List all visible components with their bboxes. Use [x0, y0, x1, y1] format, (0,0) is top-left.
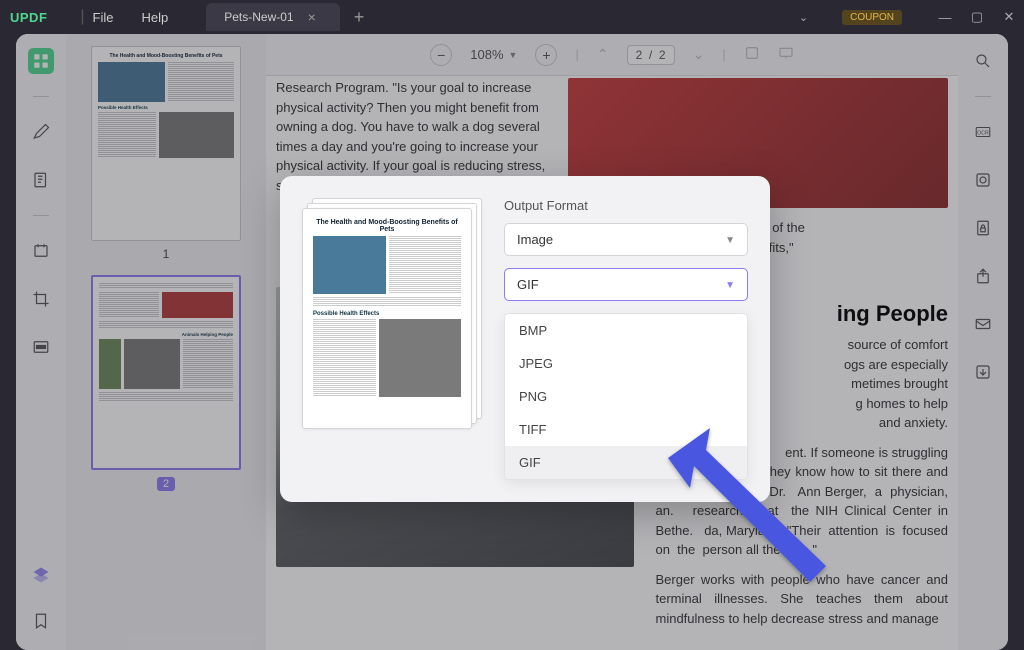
- presentation-icon[interactable]: [778, 45, 794, 64]
- search-icon[interactable]: [970, 48, 996, 74]
- minimize-button[interactable]: —: [938, 10, 952, 25]
- export-modal: The Health and Mood-Boosting Benefits of…: [280, 176, 770, 502]
- edit-tool[interactable]: [28, 167, 54, 193]
- right-toolstrip: OCR: [958, 34, 1008, 650]
- layers-icon[interactable]: [28, 562, 54, 588]
- thumb-heading: Possible Health Effects: [98, 105, 234, 110]
- zoom-value: 108%: [470, 47, 503, 62]
- thumbnail-panel: The Health and Mood-Boosting Benefits of…: [66, 34, 266, 650]
- compress-icon[interactable]: [970, 167, 996, 193]
- option-png[interactable]: PNG: [505, 380, 747, 413]
- app-logo: UPDF: [10, 10, 47, 25]
- export-icon[interactable]: [970, 359, 996, 385]
- tab-title: Pets-New-01: [224, 10, 293, 24]
- format-select[interactable]: Image ▼: [504, 223, 748, 256]
- option-bmp[interactable]: BMP: [505, 314, 747, 347]
- share-icon[interactable]: [970, 263, 996, 289]
- svg-text:OCR: OCR: [977, 130, 989, 136]
- modal-preview: The Health and Mood-Boosting Benefits of…: [302, 198, 482, 448]
- thumb-title: The Health and Mood-Boosting Benefits of…: [98, 53, 234, 59]
- preview-heading: Possible Health Effects: [313, 311, 461, 317]
- close-button[interactable]: ✕: [1002, 9, 1016, 25]
- chevron-down-icon: ▼: [725, 280, 735, 291]
- page-thumbnail-1[interactable]: The Health and Mood-Boosting Benefits of…: [91, 46, 241, 241]
- page-thumbnail-2[interactable]: Animals Helping People: [91, 275, 241, 470]
- close-icon[interactable]: ×: [308, 9, 316, 25]
- thumbnails-tool[interactable]: [28, 48, 54, 74]
- output-format-label: Output Format: [504, 198, 748, 213]
- page-down-icon[interactable]: ⌄: [693, 46, 705, 63]
- body-text: Berger works with people who have cancer…: [656, 570, 949, 629]
- bookmark-icon[interactable]: [28, 608, 54, 634]
- document-toolbar: − 108% ▼ + | ⌃ 2 / 2 ⌄ |: [266, 34, 958, 76]
- chevron-down-icon[interactable]: ⌄: [799, 11, 808, 24]
- menu-help[interactable]: Help: [142, 10, 169, 25]
- document-tab[interactable]: Pets-New-01 ×: [206, 3, 340, 31]
- preview-title: The Health and Mood-Boosting Benefits of…: [313, 219, 461, 233]
- new-tab-button[interactable]: +: [354, 7, 365, 28]
- ocr-icon[interactable]: OCR: [970, 119, 996, 145]
- option-tiff[interactable]: TIFF: [505, 413, 747, 446]
- page-indicator[interactable]: 2 / 2: [627, 45, 675, 65]
- thumb-heading: Animals Helping People: [99, 332, 233, 337]
- option-gif[interactable]: GIF: [505, 446, 747, 479]
- left-toolstrip: [16, 34, 66, 650]
- menu-file[interactable]: File: [93, 10, 114, 25]
- select-value: GIF: [517, 277, 539, 292]
- zoom-in-button[interactable]: +: [535, 44, 557, 66]
- maximize-button[interactable]: ▢: [970, 9, 984, 25]
- organize-tool[interactable]: [28, 238, 54, 264]
- zoom-out-button[interactable]: −: [430, 44, 452, 66]
- titlebar: UPDF | File Help Pets-New-01 × + ⌄ COUPO…: [0, 0, 1024, 34]
- thumb-number: 2: [78, 476, 254, 491]
- zoom-dropdown-icon[interactable]: ▼: [509, 50, 518, 60]
- coupon-badge[interactable]: COUPON: [842, 10, 902, 25]
- protect-icon[interactable]: [970, 215, 996, 241]
- fit-icon[interactable]: [744, 45, 760, 64]
- page-up-icon[interactable]: ⌃: [597, 46, 609, 63]
- select-value: Image: [517, 232, 553, 247]
- crop-tool[interactable]: [28, 286, 54, 312]
- image-type-select[interactable]: GIF ▼: [504, 268, 748, 301]
- redact-tool[interactable]: [28, 334, 54, 360]
- option-jpeg[interactable]: JPEG: [505, 347, 747, 380]
- thumb-number: 1: [78, 247, 254, 261]
- image-type-dropdown: BMP JPEG PNG TIFF GIF: [504, 313, 748, 480]
- chevron-down-icon: ▼: [725, 235, 735, 246]
- comment-tool[interactable]: [28, 119, 54, 145]
- email-icon[interactable]: [970, 311, 996, 337]
